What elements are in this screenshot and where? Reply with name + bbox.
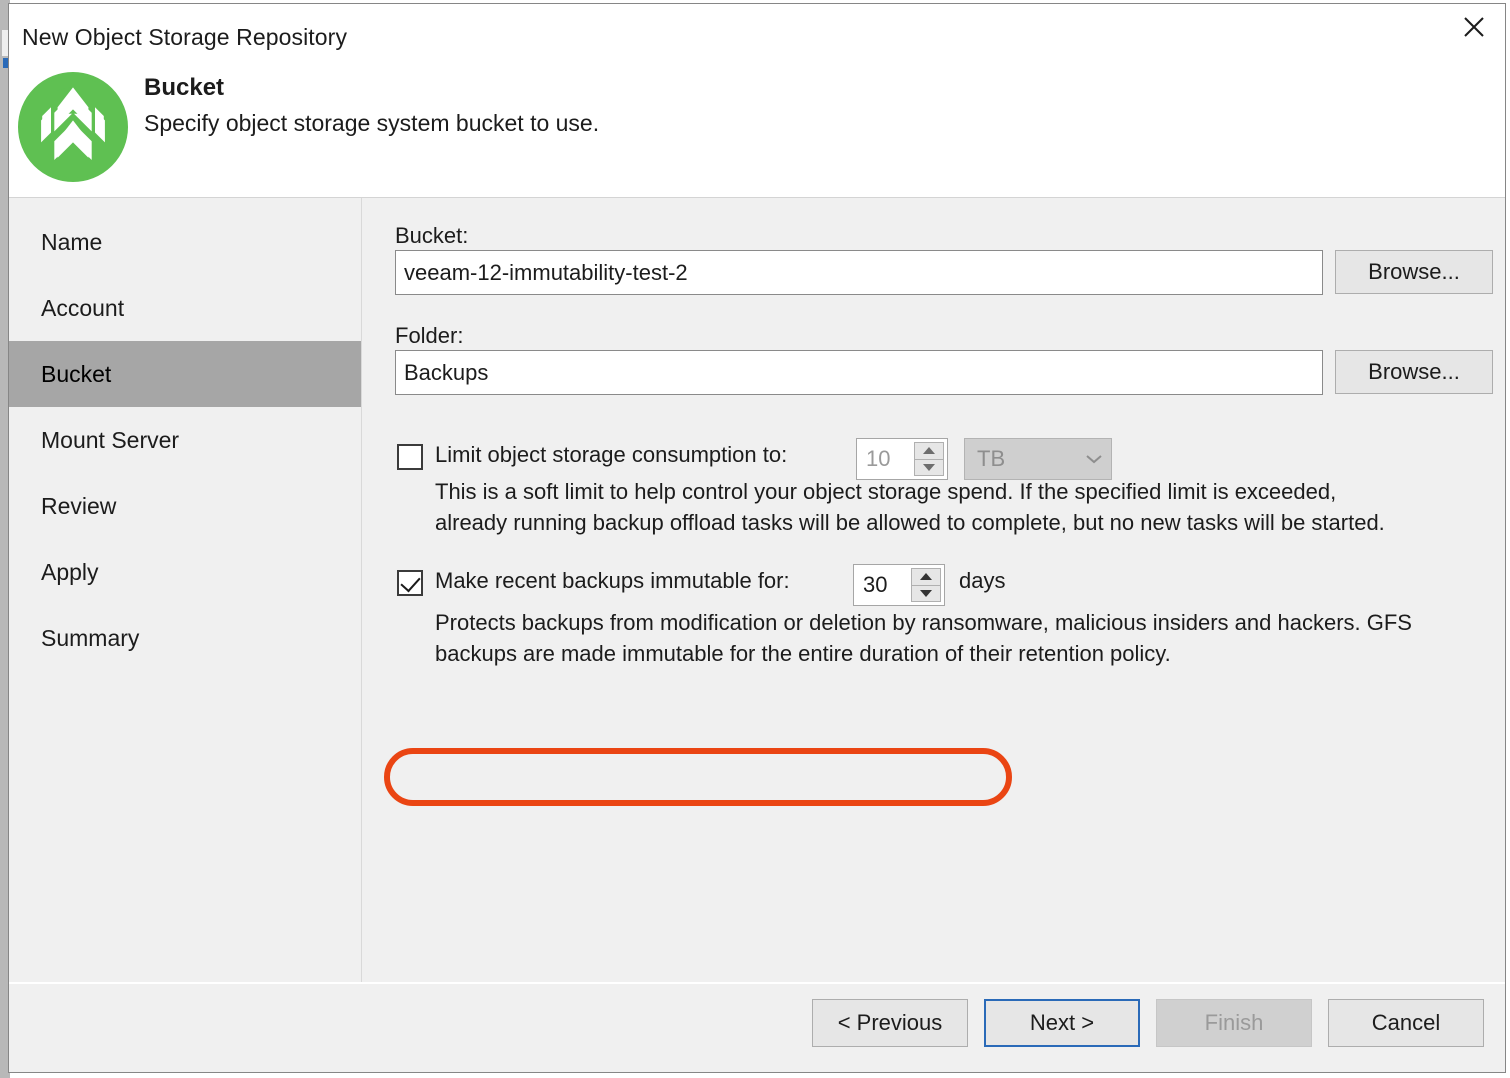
immutability-days-value: 30 bbox=[854, 565, 911, 605]
sidebar-item-apply[interactable]: Apply bbox=[9, 539, 361, 605]
chevron-down-icon bbox=[1077, 453, 1111, 465]
limit-consumption-checkbox[interactable] bbox=[397, 444, 423, 470]
dialog-footer: < Previous Next > Finish Cancel bbox=[9, 982, 1505, 1072]
cancel-button[interactable]: Cancel bbox=[1328, 999, 1484, 1047]
dialog-header: Bucket Specify object storage system buc… bbox=[9, 62, 1505, 197]
next-button[interactable]: Next > bbox=[984, 999, 1140, 1047]
sidebar-item-name[interactable]: Name bbox=[9, 209, 361, 275]
sidebar-item-label: Account bbox=[41, 295, 124, 322]
limit-consumption-help-line-1: This is a soft limit to help control you… bbox=[435, 476, 1336, 507]
limit-amount-value: 10 bbox=[857, 439, 914, 479]
folder-browse-button[interactable]: Browse... bbox=[1335, 350, 1493, 394]
limit-unit-value: TB bbox=[965, 446, 1077, 472]
close-icon[interactable] bbox=[1443, 4, 1505, 50]
limit-amount-stepper[interactable]: 10 bbox=[856, 438, 948, 480]
page-title: Bucket bbox=[144, 74, 224, 102]
immutability-days-decrement[interactable] bbox=[911, 586, 941, 603]
sidebar-item-label: Bucket bbox=[41, 361, 111, 388]
title-bar: New Object Storage Repository bbox=[9, 4, 1505, 62]
veeam-logo-icon bbox=[18, 72, 128, 182]
limit-unit-dropdown[interactable]: TB bbox=[964, 438, 1112, 480]
sidebar-item-account[interactable]: Account bbox=[9, 275, 361, 341]
sidebar-item-label: Summary bbox=[41, 625, 139, 652]
bucket-settings-panel: Bucket: Browse... Folder: Browse... Limi… bbox=[363, 198, 1505, 982]
wizard-steps-sidebar: Name Account Bucket Mount Server Review … bbox=[9, 198, 362, 982]
sidebar-item-mount-server[interactable]: Mount Server bbox=[9, 407, 361, 473]
sidebar-item-summary[interactable]: Summary bbox=[9, 605, 361, 671]
folder-input[interactable] bbox=[395, 350, 1323, 395]
sidebar-item-bucket[interactable]: Bucket bbox=[9, 341, 361, 407]
bucket-browse-button[interactable]: Browse... bbox=[1335, 250, 1493, 294]
sidebar-item-label: Review bbox=[41, 493, 116, 520]
previous-button[interactable]: < Previous bbox=[812, 999, 968, 1047]
limit-amount-arrows bbox=[914, 442, 944, 476]
window-title: New Object Storage Repository bbox=[22, 24, 347, 51]
limit-amount-increment[interactable] bbox=[914, 442, 944, 460]
dialog-body: Name Account Bucket Mount Server Review … bbox=[9, 197, 1505, 982]
immutability-days-increment[interactable] bbox=[911, 568, 941, 586]
limit-consumption-label: Limit object storage consumption to: bbox=[435, 442, 787, 468]
immutability-checkbox[interactable] bbox=[397, 570, 423, 596]
limit-amount-decrement[interactable] bbox=[914, 460, 944, 477]
page-subtitle: Specify object storage system bucket to … bbox=[144, 110, 599, 137]
bucket-label: Bucket: bbox=[395, 223, 468, 249]
sidebar-item-review[interactable]: Review bbox=[9, 473, 361, 539]
immutability-help-line-2: backups are made immutable for the entir… bbox=[435, 638, 1171, 669]
bucket-input[interactable] bbox=[395, 250, 1323, 295]
immutability-days-suffix: days bbox=[959, 568, 1005, 594]
sidebar-item-label: Mount Server bbox=[41, 427, 179, 454]
sidebar-item-label: Apply bbox=[41, 559, 99, 586]
new-object-storage-repository-dialog: New Object Storage Repository bbox=[8, 3, 1506, 1073]
immutability-help-line-1: Protects backups from modification or de… bbox=[435, 607, 1412, 638]
limit-consumption-help-line-2: already running backup offload tasks wil… bbox=[435, 507, 1385, 538]
immutability-days-arrows bbox=[911, 568, 941, 602]
immutability-label: Make recent backups immutable for: bbox=[435, 568, 790, 594]
finish-button: Finish bbox=[1156, 999, 1312, 1047]
folder-label: Folder: bbox=[395, 323, 463, 349]
sidebar-item-label: Name bbox=[41, 229, 102, 256]
immutability-days-stepper[interactable]: 30 bbox=[853, 564, 945, 606]
